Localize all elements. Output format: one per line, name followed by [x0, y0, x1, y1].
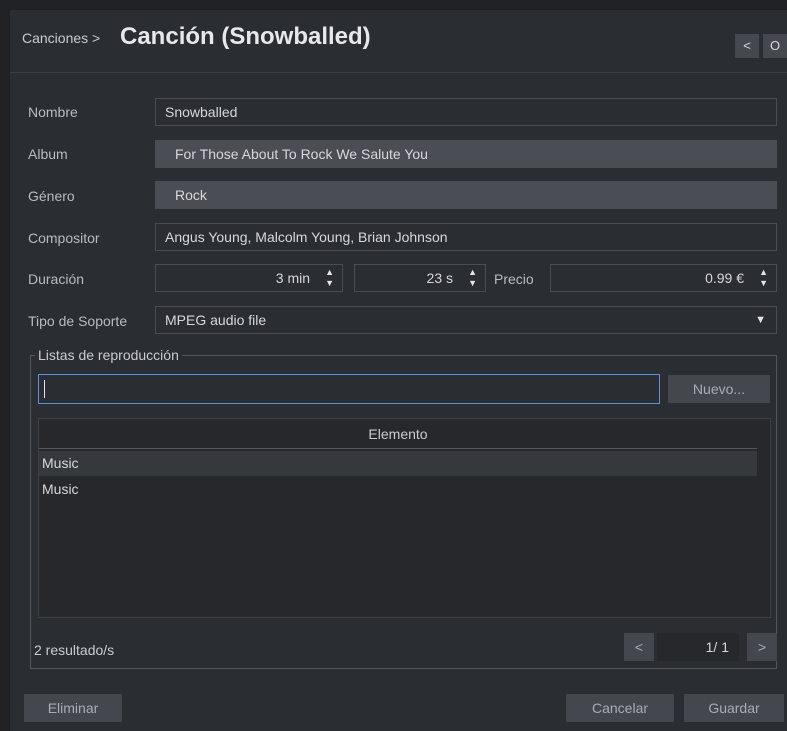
duration-minutes-spinbox[interactable]: 3 min ▲ ▼ — [155, 264, 343, 292]
nombre-input[interactable]: Snowballed — [155, 98, 777, 126]
tipo-soporte-select[interactable]: MPEG audio file ▼ — [155, 306, 777, 334]
playlists-table: Elemento Music Music — [38, 418, 771, 618]
genero-label: Género — [28, 188, 75, 204]
playlists-group-title: Listas de reproducción — [35, 347, 182, 363]
new-playlist-button[interactable]: Nuevo... — [668, 375, 770, 403]
tipo-soporte-label: Tipo de Soporte — [28, 313, 128, 329]
playlist-search-input[interactable] — [38, 374, 660, 404]
text-caret — [44, 380, 45, 398]
album-field[interactable]: For Those About To Rock We Salute You — [155, 140, 777, 168]
duracion-label: Duración — [28, 271, 85, 287]
nombre-label: Nombre — [28, 104, 78, 120]
save-button[interactable]: Guardar — [684, 694, 784, 722]
genero-field[interactable]: Rock — [155, 181, 777, 209]
precio-value: 0.99 € — [705, 270, 744, 286]
spin-arrows-icon[interactable]: ▲ ▼ — [468, 265, 477, 289]
results-count: 2 resultado/s — [34, 642, 115, 658]
page-next-button[interactable]: > — [747, 633, 777, 661]
next-record-button[interactable]: O — [763, 34, 787, 58]
page-title: Canción (Snowballed) — [120, 23, 371, 50]
cancel-button[interactable]: Cancelar — [566, 694, 674, 722]
compositor-label: Compositor — [28, 230, 100, 246]
spin-arrows-icon[interactable]: ▲ ▼ — [325, 265, 334, 289]
page-header: Canciones > Canción (Snowballed) < O — [10, 10, 787, 73]
compositor-input[interactable]: Angus Young, Malcolm Young, Brian Johnso… — [155, 223, 777, 251]
duration-seconds-value: 23 s — [426, 270, 453, 286]
delete-button[interactable]: Eliminar — [24, 694, 122, 722]
page-indicator[interactable]: 1/ 1 — [657, 633, 739, 661]
playlists-group: Listas de reproducción Nuevo... Elemento… — [30, 347, 777, 669]
breadcrumb[interactable]: Canciones > — [22, 30, 100, 46]
table-row[interactable]: Music — [39, 477, 757, 502]
table-row[interactable]: Music — [39, 451, 757, 476]
chevron-down-icon: ▼ — [755, 314, 766, 326]
page-prev-button[interactable]: < — [624, 633, 654, 661]
tipo-soporte-value: MPEG audio file — [165, 312, 267, 328]
column-header-elemento[interactable]: Elemento — [39, 419, 757, 449]
precio-spinbox[interactable]: 0.99 € ▲ ▼ — [550, 264, 777, 292]
spin-arrows-icon[interactable]: ▲ ▼ — [759, 265, 768, 289]
precio-label: Precio — [494, 271, 534, 287]
album-label: Album — [28, 146, 68, 162]
duration-minutes-value: 3 min — [275, 270, 310, 286]
song-form: Nombre Snowballed Album For Those About … — [10, 73, 787, 731]
previous-record-button[interactable]: < — [735, 34, 759, 58]
duration-seconds-spinbox[interactable]: 23 s ▲ ▼ — [354, 264, 486, 292]
